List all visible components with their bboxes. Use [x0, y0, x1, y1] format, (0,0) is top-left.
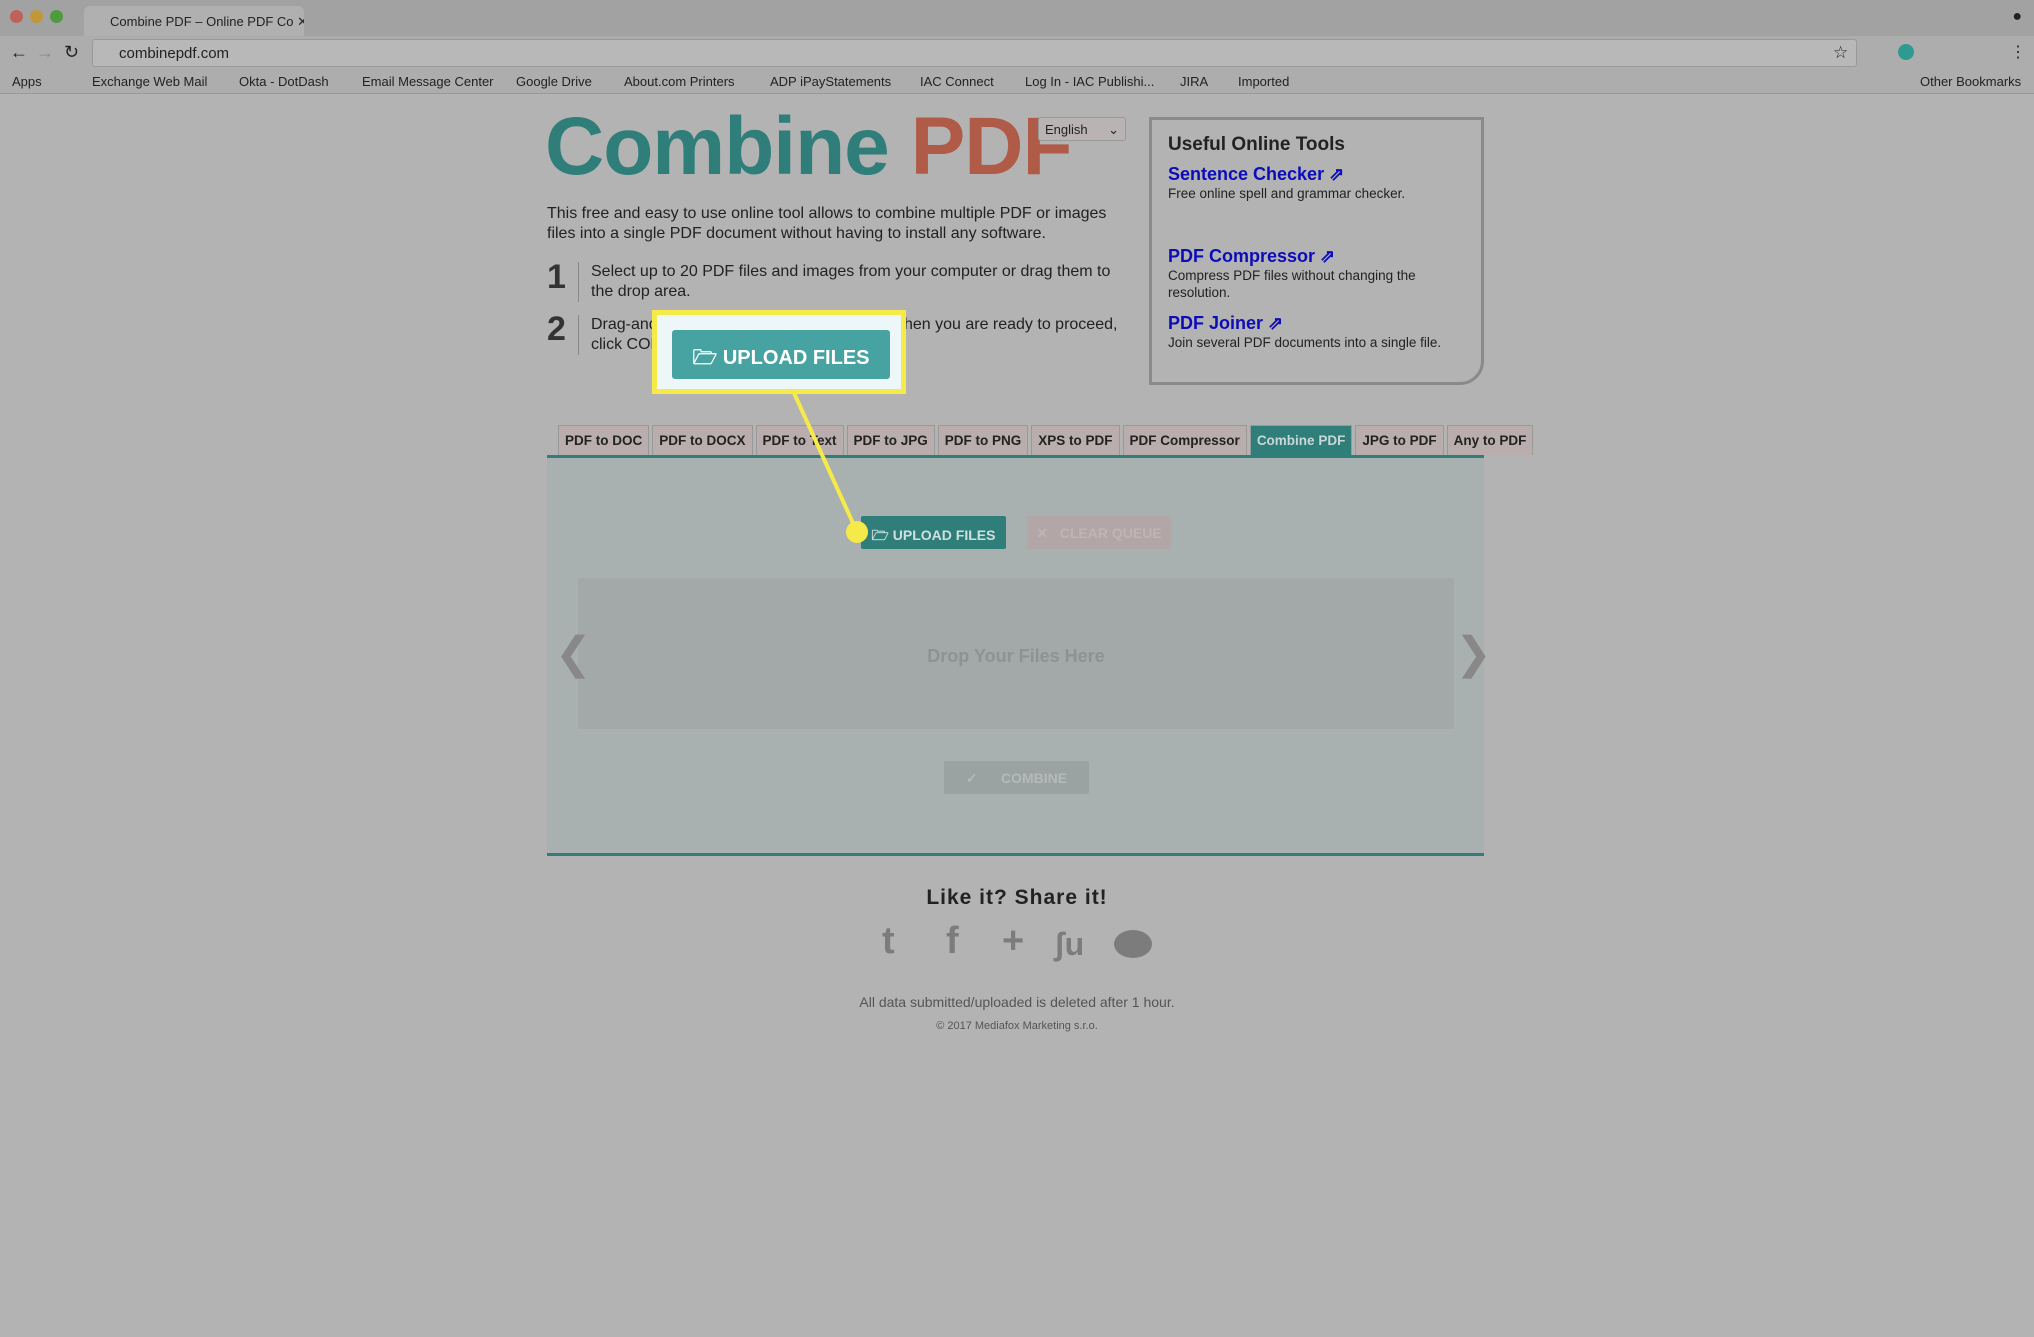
- share-heading: Like it? Share it!: [926, 886, 1108, 909]
- stumbleupon-icon[interactable]: ʃu: [1054, 926, 1084, 963]
- callout-connector: [792, 392, 859, 533]
- google-plus-icon[interactable]: +: [1002, 920, 1024, 963]
- reddit-icon[interactable]: [1114, 930, 1152, 958]
- data-notice: All data submitted/uploaded is deleted a…: [859, 994, 1175, 1010]
- facebook-icon[interactable]: f: [946, 920, 959, 963]
- twitter-icon[interactable]: t: [882, 920, 895, 963]
- callout-dot: [846, 521, 868, 543]
- upload-files-callout-button[interactable]: 🗁 UPLOAD FILES: [672, 330, 890, 379]
- callout-line: [792, 392, 868, 543]
- callout-label: UPLOAD FILES: [722, 347, 870, 369]
- copyright: © 2017 Mediafox Marketing s.r.o.: [936, 1020, 1098, 1032]
- folder-icon: 🗁: [692, 347, 723, 369]
